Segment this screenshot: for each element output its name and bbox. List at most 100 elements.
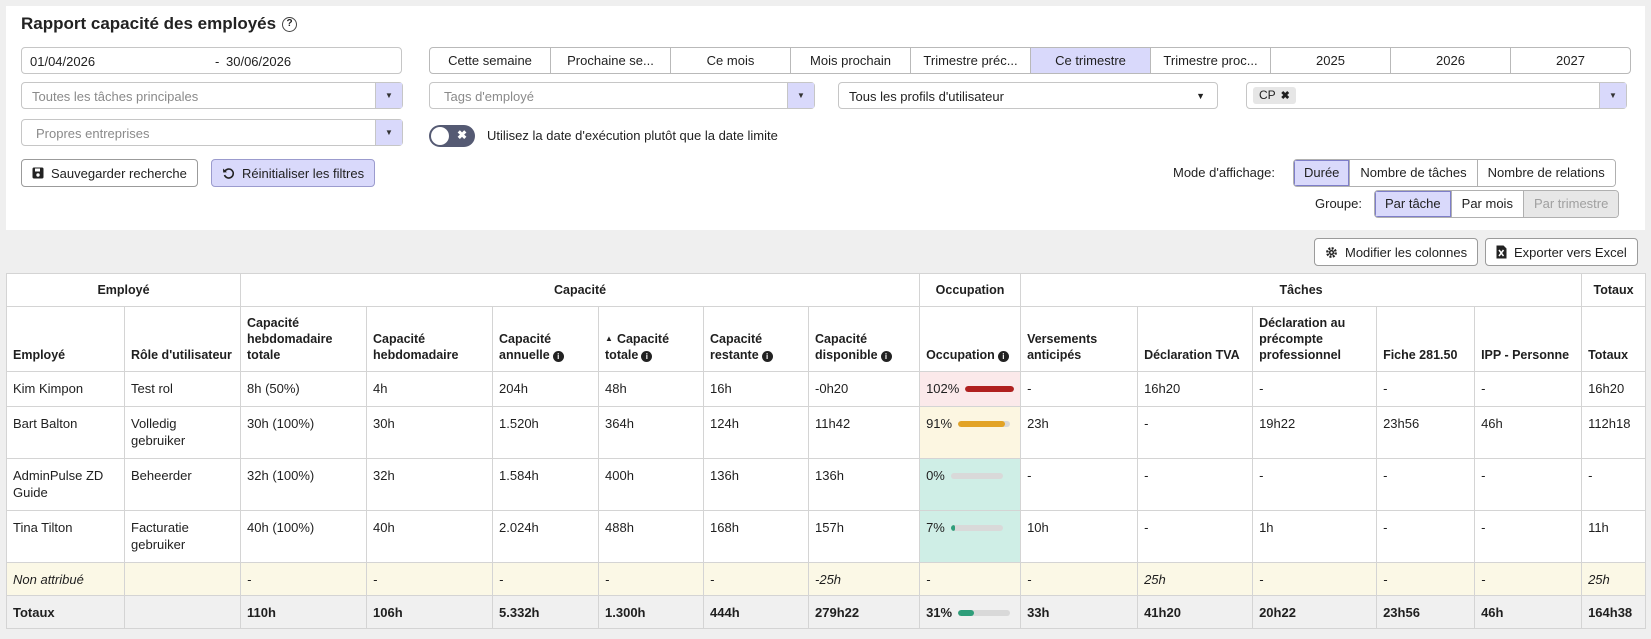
reset-filters-button[interactable]: Réinitialiser les filtres — [211, 159, 376, 187]
cell-available: 11h42 — [808, 406, 921, 459]
col-fiche[interactable]: Fiche 281.50 — [1376, 306, 1476, 372]
group-by-quarter: Par trimestre — [1522, 191, 1619, 217]
group-by-task[interactable]: Par tâche — [1375, 191, 1451, 217]
gear-icon — [1326, 246, 1337, 258]
period-next-week[interactable]: Prochaine se... — [550, 48, 670, 73]
info-icon[interactable]: i — [761, 351, 773, 362]
col-occupation[interactable]: Occupation i — [919, 306, 1022, 372]
period-2026[interactable]: 2026 — [1390, 48, 1510, 73]
cell-available: 157h — [808, 510, 921, 563]
cell-ipp: 46h — [1474, 406, 1583, 459]
col-annual[interactable]: Capacité annuelle i — [492, 306, 600, 372]
table-row: Tina Tilton Facturatie gebruiker 40h (10… — [6, 510, 1647, 563]
cell-role — [123, 595, 242, 629]
period-this-quarter[interactable]: Ce trimestre — [1030, 48, 1150, 73]
own-companies-select[interactable]: Propres entreprises ▼ — [21, 119, 403, 146]
cp-tags-select[interactable]: CP ✖ ▼ — [1246, 82, 1627, 109]
cell-occupation: 31% — [919, 595, 1022, 629]
save-search-button[interactable]: Sauvegarder recherche — [21, 159, 198, 187]
col-vat-decl-label: Déclaration TVA — [1144, 348, 1240, 362]
info-icon[interactable]: i — [641, 351, 653, 362]
col-weekly[interactable]: Capacité hebdomadaire — [366, 306, 494, 372]
date-to[interactable]: 30/06/2026 — [226, 54, 291, 69]
col-totals-label: Totaux — [1588, 348, 1629, 362]
cell-fiche: - — [1376, 371, 1476, 407]
col-total-label: Capacité totale — [605, 332, 670, 362]
cell-remaining: 16h — [703, 371, 810, 407]
period-next-month[interactable]: Mois prochain — [790, 48, 910, 73]
employee-tags-select[interactable]: Tags d'employé ▼ — [429, 82, 815, 109]
help-circle-icon[interactable]: ? — [282, 16, 298, 32]
info-icon[interactable]: i — [552, 351, 564, 362]
cell-fiche: 23h56 — [1376, 595, 1476, 629]
date-separator: - — [215, 54, 220, 69]
period-prev-quarter[interactable]: Trimestre préc... — [910, 48, 1030, 73]
filter-chip[interactable]: CP ✖ — [1253, 87, 1296, 104]
chevron-down-icon[interactable]: ▼ — [1599, 83, 1626, 108]
col-role[interactable]: Rôle d'utilisateur — [123, 306, 242, 372]
col-totals[interactable]: Totaux — [1581, 306, 1647, 372]
display-mode-duration[interactable]: Durée — [1294, 160, 1350, 186]
col-vat-decl[interactable]: Déclaration TVA — [1137, 306, 1254, 372]
group-tasks: Tâches — [1020, 273, 1583, 307]
cell-weekly-total: 30h (100%) — [240, 406, 368, 459]
date-from[interactable]: 01/04/2026 — [30, 54, 95, 69]
cell-occupation: 7% — [919, 510, 1022, 563]
cell-weekly: - — [366, 562, 494, 596]
period-2027[interactable]: 2027 — [1510, 48, 1630, 73]
info-icon[interactable]: i — [880, 351, 892, 362]
display-mode-label: Mode d'affichage: — [1173, 165, 1275, 180]
display-mode-relation-count[interactable]: Nombre de relations — [1476, 160, 1615, 186]
col-weekly-total[interactable]: Capacité hebdomadaire totale — [240, 306, 368, 372]
chevron-down-icon[interactable]: ▼ — [375, 120, 402, 145]
toggle-knob — [431, 127, 449, 145]
period-this-month[interactable]: Ce mois — [670, 48, 790, 73]
chevron-down-icon[interactable]: ▼ — [375, 83, 402, 108]
display-mode-task-count[interactable]: Nombre de tâches — [1349, 160, 1477, 186]
user-profiles-select[interactable]: Tous les profils d'utilisateur ▼ — [838, 82, 1218, 109]
filter-panel: Rapport capacité des employés ? 01/04/20… — [6, 6, 1645, 230]
col-employee[interactable]: Employé — [6, 306, 125, 372]
cell-occupation: 0% — [919, 458, 1022, 511]
table-group-header: Employé Capacité Occupation Tâches Totau… — [5, 273, 1647, 307]
execution-date-toggle[interactable]: ✖ — [429, 125, 475, 147]
cell-remaining: 124h — [703, 406, 810, 459]
main-tasks-select[interactable]: Toutes les tâches principales ▼ — [21, 82, 403, 109]
undo-icon — [223, 167, 235, 179]
cell-available: -0h20 — [808, 371, 921, 407]
date-range-input[interactable]: 01/04/2026 - 30/06/2026 — [21, 47, 402, 74]
cell-vat-decl: 25h — [1137, 562, 1254, 596]
chevron-down-icon[interactable]: ▼ — [1196, 91, 1205, 101]
page-title-text: Rapport capacité des employés — [21, 14, 277, 33]
group-label: Groupe: — [1315, 196, 1362, 211]
modify-columns-button[interactable]: Modifier les colonnes — [1314, 238, 1479, 266]
period-this-week[interactable]: Cette semaine — [430, 48, 550, 73]
occupation-bar-fill — [958, 420, 1006, 427]
col-vat-advance[interactable]: Versements anticipés — [1020, 306, 1139, 372]
filter-chip-label: CP — [1259, 88, 1276, 102]
group-by-month[interactable]: Par mois — [1450, 191, 1523, 217]
col-remaining[interactable]: Capacité restante i — [703, 306, 810, 372]
period-next-quarter[interactable]: Trimestre proc... — [1150, 48, 1270, 73]
cell-role: Facturatie gebruiker — [123, 510, 242, 563]
export-excel-button[interactable]: Exporter vers Excel — [1485, 238, 1638, 266]
table-column-header: Employé Rôle d'utilisateur Capacité hebd… — [6, 306, 1647, 372]
cell-weekly: 4h — [366, 371, 494, 407]
cell-employee: AdminPulse ZD Guide — [6, 458, 125, 511]
cell-ipp: - — [1474, 562, 1583, 596]
cell-annual: 1.520h — [492, 406, 600, 459]
col-withholding[interactable]: Déclaration au précompte professionnel — [1252, 306, 1378, 372]
cell-remaining: - — [703, 562, 810, 596]
col-vat-advance-label: Versements anticipés — [1027, 332, 1098, 362]
period-2025[interactable]: 2025 — [1270, 48, 1390, 73]
col-ipp[interactable]: IPP - Personne — [1474, 306, 1583, 372]
chevron-down-icon[interactable]: ▼ — [787, 83, 814, 108]
close-icon[interactable]: ✖ — [1281, 90, 1290, 102]
info-icon[interactable]: i — [997, 351, 1009, 362]
col-withholding-label: Déclaration au précompte professionnel — [1259, 316, 1346, 362]
col-available[interactable]: Capacité disponible i — [808, 306, 921, 372]
cell-annual: 1.584h — [492, 458, 600, 511]
cell-total: 1.300h — [598, 595, 705, 629]
cell-annual: 2.024h — [492, 510, 600, 563]
col-total[interactable]: ▲ Capacité totale i — [598, 306, 705, 372]
